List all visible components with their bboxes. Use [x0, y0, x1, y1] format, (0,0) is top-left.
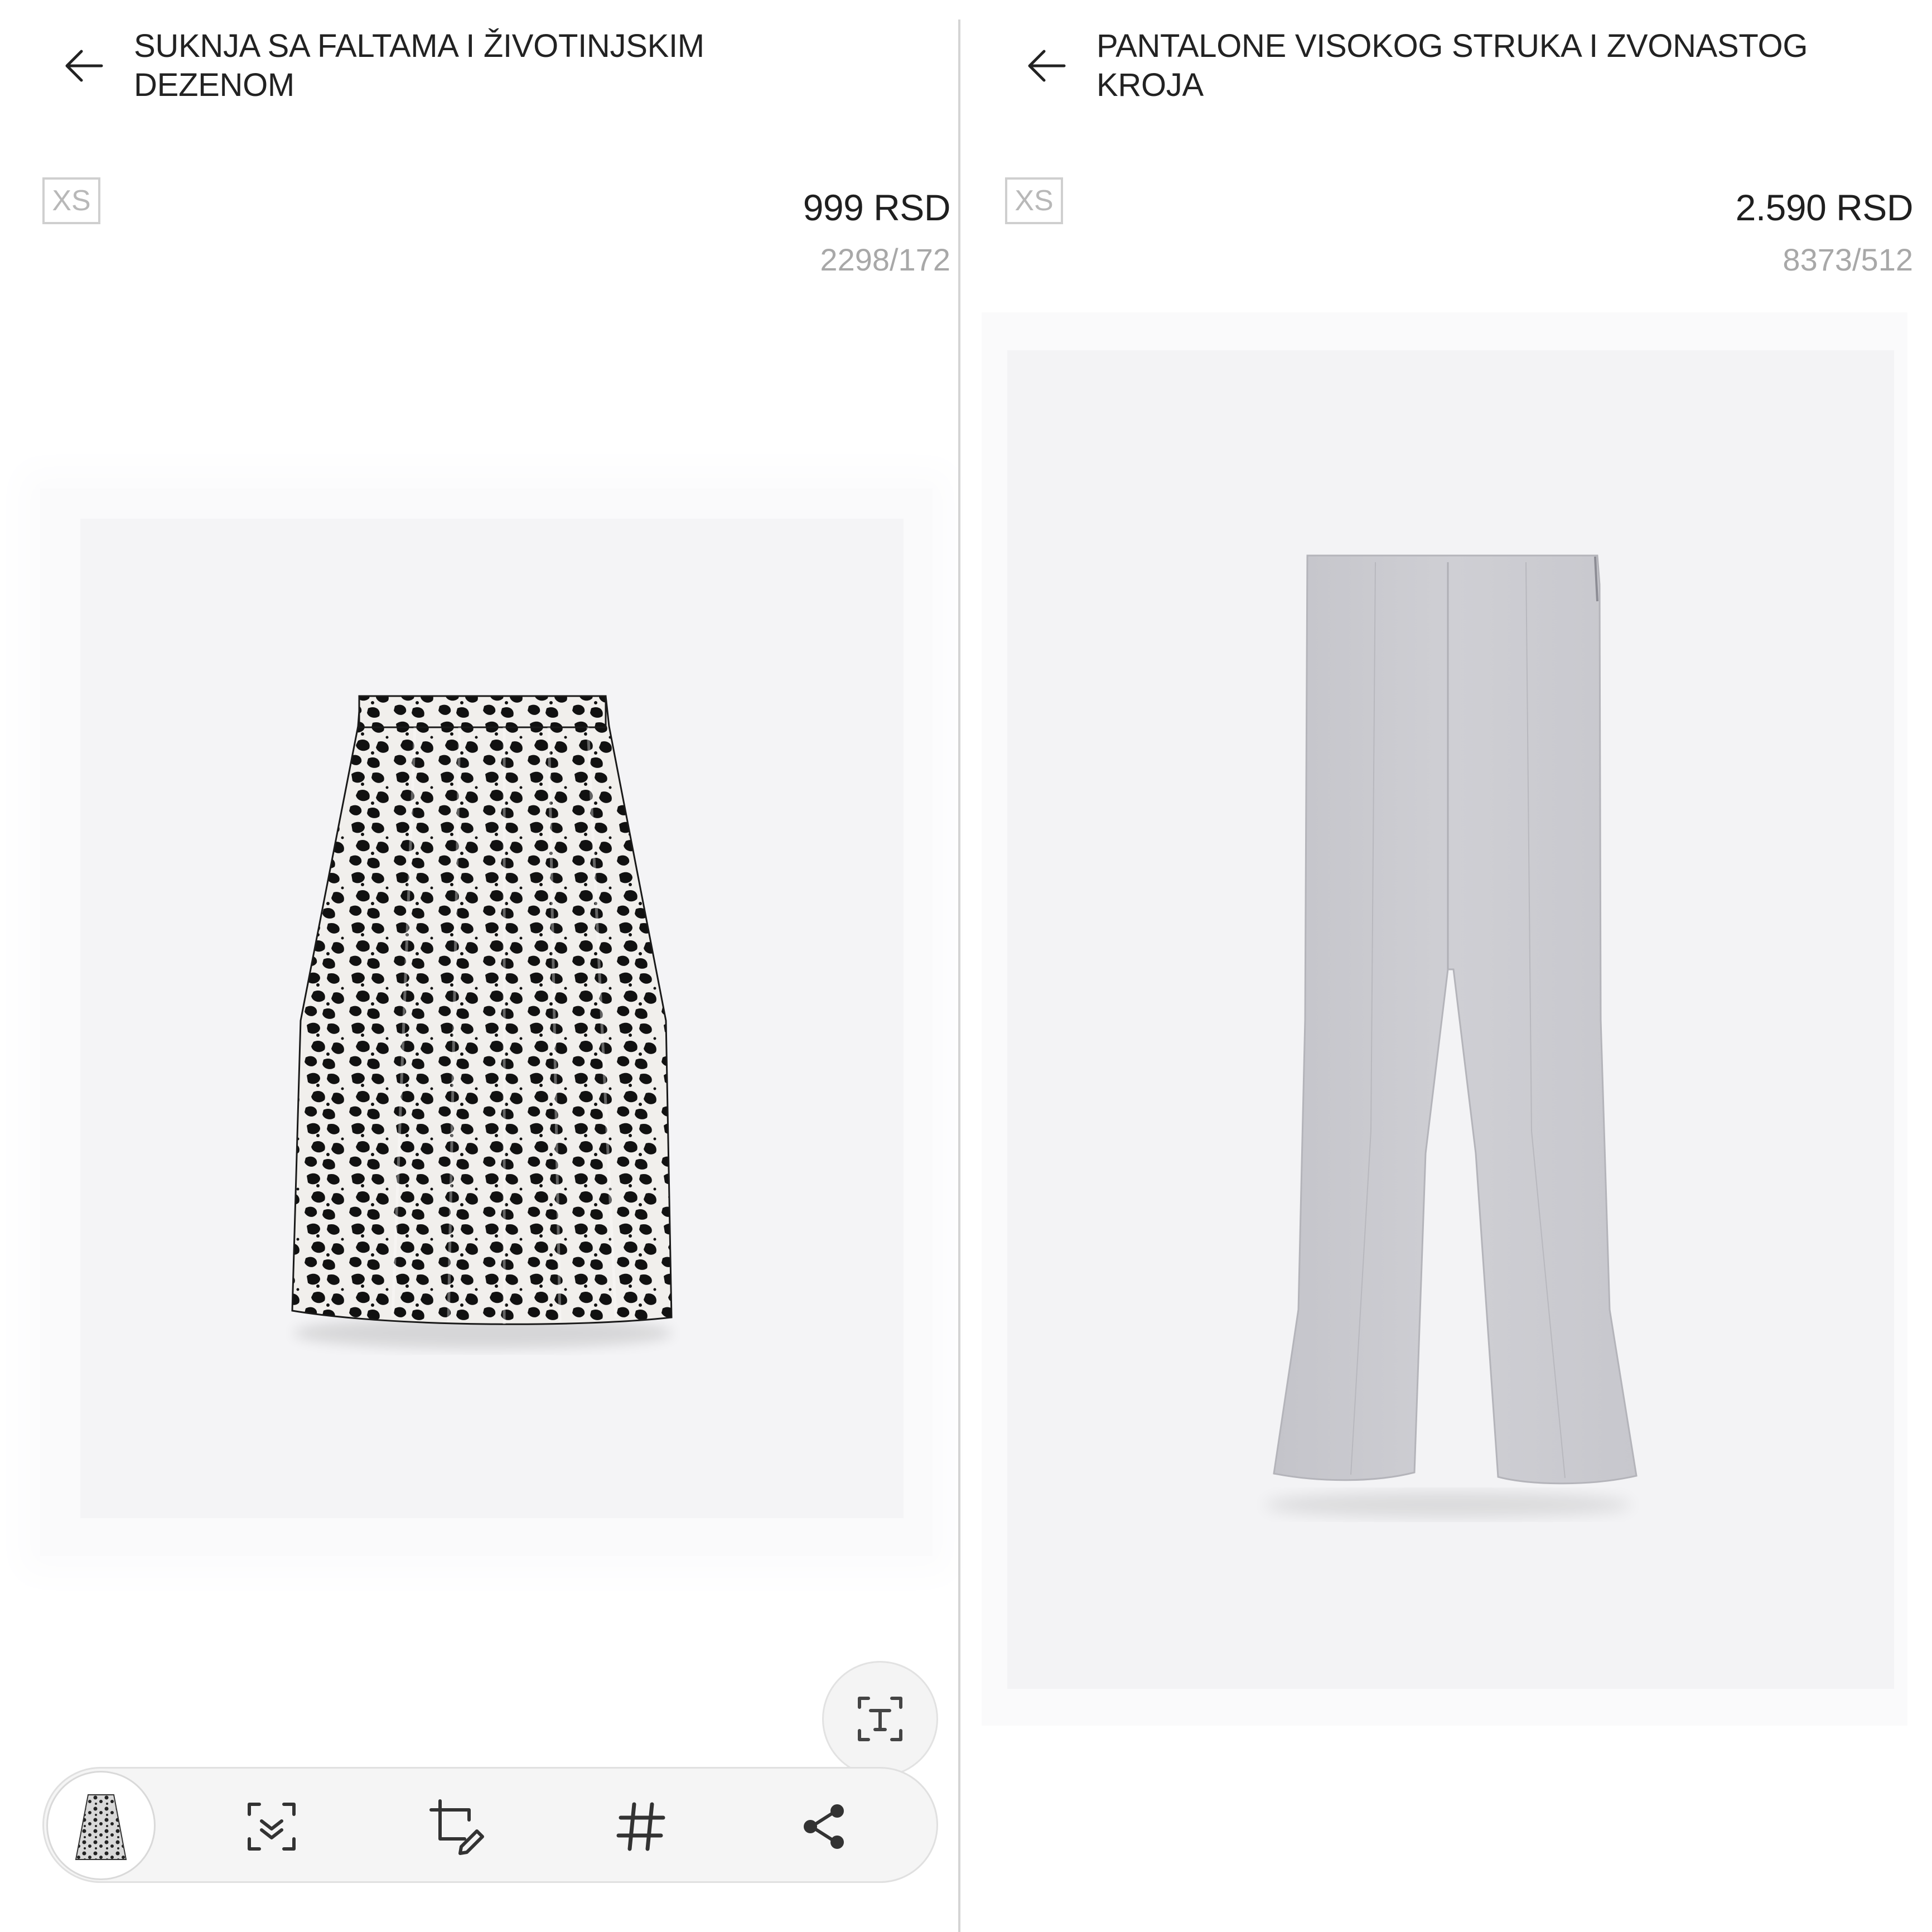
product-sku: 2298/172	[820, 242, 950, 277]
grey-trousers-shape	[1273, 554, 1638, 1485]
left-product-panel: SUKNJA SA FALTAMA I ŽIVOTINJSKIM DEZENOM…	[0, 0, 962, 1932]
extract-text-icon[interactable]	[822, 1661, 938, 1777]
product-price: 999 RSD	[803, 187, 951, 228]
product-title: PANTALONE VISOKOG STRUKA I ZVONASTOG KRO…	[1097, 28, 1808, 103]
product-image[interactable]	[1007, 350, 1894, 1689]
product-title: SUKNJA SA FALTAMA I ŽIVOTINJSKIM DEZENOM	[134, 28, 704, 103]
crop-edit-icon[interactable]	[428, 1798, 486, 1856]
share-icon[interactable]	[795, 1798, 853, 1856]
leopard-skirt-shape	[291, 695, 673, 1325]
screenshot-thumbnail[interactable]	[46, 1771, 156, 1880]
size-badge[interactable]: XS	[42, 177, 100, 224]
hashtag-icon[interactable]	[612, 1798, 670, 1856]
product-image-frame	[40, 489, 933, 1556]
panel-divider	[958, 20, 960, 1932]
product-price: 2.590 RSD	[1735, 187, 1914, 228]
scroll-capture-icon[interactable]	[243, 1798, 301, 1856]
screenshot-toolbar	[42, 1767, 938, 1883]
size-badge[interactable]: XS	[1005, 177, 1063, 224]
product-image[interactable]	[80, 519, 904, 1518]
screenshot-collage: SUKNJA SA FALTAMA I ŽIVOTINJSKIM DEZENOM…	[0, 0, 1932, 1932]
right-product-panel: PANTALONE VISOKOG STRUKA I ZVONASTOG KRO…	[963, 0, 1924, 1932]
back-arrow-icon[interactable]	[1024, 44, 1069, 88]
back-arrow-icon[interactable]	[61, 44, 106, 88]
product-sku: 8373/512	[1783, 242, 1913, 277]
product-image-frame	[982, 312, 1907, 1726]
